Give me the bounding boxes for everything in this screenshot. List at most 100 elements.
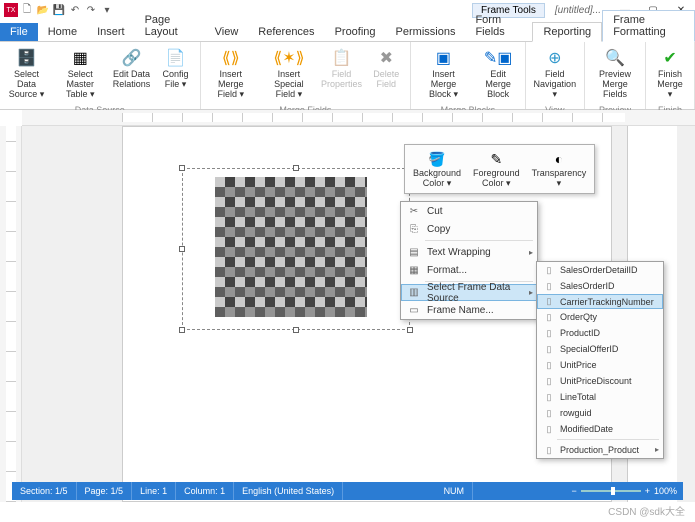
resize-handle[interactable] xyxy=(407,327,413,333)
watermark: CSDN @sdk大全 xyxy=(608,503,685,518)
ribbon-group-view: ⊕FieldNavigation ▾ View xyxy=(526,42,586,109)
document-area: 🪣 BackgroundColor ▾ ✎ ForegroundColor ▾ … xyxy=(0,126,695,502)
document-canvas[interactable]: 🪣 BackgroundColor ▾ ✎ ForegroundColor ▾ … xyxy=(22,126,695,502)
ctx-frame-name[interactable]: ▭Frame Name... xyxy=(401,301,537,319)
foreground-color-button[interactable]: ✎ ForegroundColor ▾ xyxy=(467,147,526,191)
tab-reporting[interactable]: Reporting xyxy=(532,22,602,42)
submenu-item[interactable]: ▯rowguid xyxy=(537,405,663,421)
finish-merge-button[interactable]: ✔FinishMerge ▾ xyxy=(650,44,690,102)
relations-icon: 🔗 xyxy=(120,46,144,70)
ribbon-group-finish: ✔FinishMerge ▾ Finish xyxy=(646,42,695,109)
config-file-button[interactable]: 📄ConfigFile ▾ xyxy=(156,44,196,92)
tab-home[interactable]: Home xyxy=(38,23,87,41)
ctx-cut[interactable]: ✂Cut xyxy=(401,202,537,220)
ctx-text-wrapping[interactable]: ▤Text Wrapping▸ xyxy=(401,243,537,261)
redo-icon[interactable]: ↷ xyxy=(84,3,98,17)
resize-handle[interactable] xyxy=(179,327,185,333)
cut-icon: ✂ xyxy=(405,206,423,217)
chevron-right-icon: ▸ xyxy=(529,288,533,297)
field-navigation-button[interactable]: ⊕FieldNavigation ▾ xyxy=(530,44,581,102)
submenu-item[interactable]: ▯ProductID xyxy=(537,325,663,341)
submenu-item[interactable]: ▯SpecialOfferID xyxy=(537,341,663,357)
undo-icon[interactable]: ↶ xyxy=(68,3,82,17)
field-icon: ▯ xyxy=(541,360,557,371)
zoom-in-icon[interactable]: + xyxy=(645,486,650,496)
submenu-label: UnitPrice xyxy=(557,360,659,370)
qat-dropdown-icon[interactable]: ▾ xyxy=(100,3,114,17)
background-color-button[interactable]: 🪣 BackgroundColor ▾ xyxy=(407,147,467,191)
ctx-copy[interactable]: ⎘Copy xyxy=(401,220,537,238)
select-data-source-button[interactable]: 🗄️Select DataSource ▾ xyxy=(4,44,49,102)
field-icon: ▯ xyxy=(541,328,557,339)
status-line[interactable]: Line: 1 xyxy=(132,482,176,500)
resize-handle[interactable] xyxy=(293,165,299,171)
select-master-table-button[interactable]: ▦SelectMaster Table ▾ xyxy=(53,44,107,102)
submenu-item[interactable]: ▯UnitPrice xyxy=(537,357,663,373)
submenu-item[interactable]: ▯Production_Product xyxy=(537,442,663,458)
bucket-icon: 🪣 xyxy=(426,149,448,169)
open-icon[interactable]: 📂 xyxy=(36,3,50,17)
zoom-out-icon[interactable]: − xyxy=(571,486,576,496)
database-icon: 🗄️ xyxy=(15,46,39,70)
zoom-thumb[interactable] xyxy=(611,487,615,495)
tab-permissions[interactable]: Permissions xyxy=(386,23,466,41)
zoom-slider[interactable] xyxy=(581,490,641,492)
tab-proofing[interactable]: Proofing xyxy=(325,23,386,41)
special-field-icon: ⟪✶⟫ xyxy=(277,46,301,70)
context-menu: ✂Cut ⎘Copy ▤Text Wrapping▸ ▦Format... ▥S… xyxy=(400,201,538,320)
horizontal-ruler[interactable] xyxy=(22,110,695,126)
resize-handle[interactable] xyxy=(179,165,185,171)
resize-handle[interactable] xyxy=(179,246,185,252)
submenu-label: SpecialOfferID xyxy=(557,344,659,354)
tab-form-fields[interactable]: Form Fields xyxy=(465,11,532,41)
submenu-item[interactable]: ▯SalesOrderID xyxy=(537,278,663,294)
status-column[interactable]: Column: 1 xyxy=(176,482,234,500)
preview-merge-fields-button[interactable]: 🔍PreviewMerge Fields xyxy=(589,44,641,102)
status-language[interactable]: English (United States) xyxy=(234,482,343,500)
insert-merge-block-button[interactable]: ▣InsertMerge Block ▾ xyxy=(415,44,471,102)
ctx-select-frame-data-source[interactable]: ▥Select Frame Data Source▸ xyxy=(401,284,537,301)
submenu-item[interactable]: ▯OrderQty xyxy=(537,309,663,325)
wrap-icon: ▤ xyxy=(405,247,423,258)
table-icon: ▦ xyxy=(68,46,92,70)
submenu-item[interactable]: ▯CarrierTrackingNumber xyxy=(537,294,663,309)
submenu-item[interactable]: ▯ModifiedDate xyxy=(537,421,663,437)
tab-page-layout[interactable]: Page Layout xyxy=(135,11,205,41)
data-source-icon: ▥ xyxy=(405,287,423,298)
ctx-format[interactable]: ▦Format... xyxy=(401,261,537,279)
submenu-item[interactable]: ▯SalesOrderDetailID xyxy=(537,262,663,278)
field-icon: ▯ xyxy=(541,296,557,307)
properties-icon: 📋 xyxy=(330,46,354,70)
resize-handle[interactable] xyxy=(293,327,299,333)
frame-name-icon: ▭ xyxy=(405,305,423,316)
format-icon: ▦ xyxy=(405,265,423,276)
tab-insert[interactable]: Insert xyxy=(87,23,135,41)
submenu-item[interactable]: ▯LineTotal xyxy=(537,389,663,405)
pencil-icon: ✎ xyxy=(485,149,507,169)
image-frame-selection[interactable] xyxy=(182,168,410,330)
submenu-item[interactable]: ▯UnitPriceDiscount xyxy=(537,373,663,389)
insert-special-field-button[interactable]: ⟪✶⟫InsertSpecial Field ▾ xyxy=(261,44,317,102)
edit-merge-block-button[interactable]: ✎▣Edit MergeBlock xyxy=(476,44,521,102)
quick-access-toolbar: TX 🗋 📂 💾 ↶ ↷ ▾ xyxy=(0,3,118,17)
merge-block-icon: ▣ xyxy=(431,46,455,70)
tab-frame-formatting[interactable]: Frame Formatting xyxy=(602,10,695,42)
insert-merge-field-button[interactable]: ⟪⟫InsertMerge Field ▾ xyxy=(205,44,258,102)
separator xyxy=(425,240,533,241)
submenu-label: CarrierTrackingNumber xyxy=(557,297,659,307)
status-section[interactable]: Section: 1/5 xyxy=(12,482,77,500)
tab-view[interactable]: View xyxy=(205,23,249,41)
ribbon-group-data-source: 🗄️Select DataSource ▾ ▦SelectMaster Tabl… xyxy=(0,42,201,109)
new-icon[interactable]: 🗋 xyxy=(20,3,34,17)
status-page[interactable]: Page: 1/5 xyxy=(77,482,133,500)
edit-data-relations-button[interactable]: 🔗Edit DataRelations xyxy=(112,44,152,92)
transparency-button[interactable]: ◐ Transparency▾ xyxy=(526,147,593,191)
tab-file[interactable]: File xyxy=(0,23,38,41)
zoom-value[interactable]: 100% xyxy=(654,486,677,496)
vertical-ruler[interactable] xyxy=(0,126,22,502)
save-icon[interactable]: 💾 xyxy=(52,3,66,17)
frame-image xyxy=(215,177,367,317)
tab-references[interactable]: References xyxy=(248,23,324,41)
zoom-control[interactable]: − + 100% xyxy=(565,486,683,496)
ribbon-group-merge-fields: ⟪⟫InsertMerge Field ▾ ⟪✶⟫InsertSpecial F… xyxy=(201,42,412,109)
